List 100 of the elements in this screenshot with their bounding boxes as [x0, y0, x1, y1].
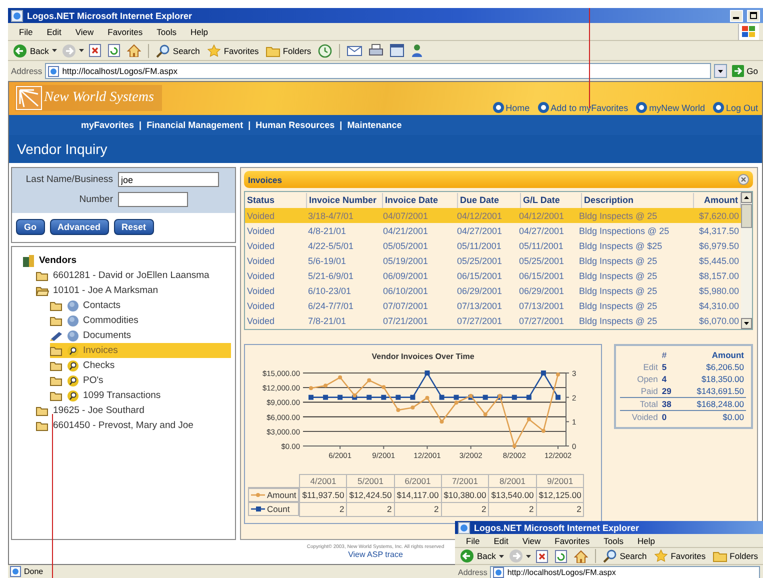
table-row[interactable]: Voided 6/24-7/7/01 07/07/2001 07/13/2001 07/13/2001 Bldg Inspects @ 25 $4,310.00	[245, 298, 741, 313]
folders-button[interactable]: Folders	[710, 548, 760, 564]
favorites-button[interactable]: Favorites	[652, 548, 708, 564]
table-cell: 38	[660, 398, 678, 410]
search-button[interactable]: Advanced	[50, 219, 109, 235]
back-button[interactable]: Back	[458, 548, 498, 564]
table-cell-text: 07/13/2001	[456, 300, 504, 310]
table-cell-text: 05/11/2001	[456, 240, 502, 250]
table-cell-text: 07/13/2001	[518, 300, 566, 310]
table-cell-text: $8,157.00	[698, 270, 740, 280]
menu-item[interactable]: View	[68, 26, 101, 36]
go-button[interactable]: Go	[730, 65, 760, 77]
table-row[interactable]: Voided 5/21-6/9/01 06/09/2001 06/15/2001 06/15/2001 Bldg Inspects @ 25 $8,157.00	[245, 268, 741, 283]
tree-item[interactable]: Documents	[50, 328, 231, 343]
search-button[interactable]: Search	[154, 42, 202, 59]
menu-item[interactable]: View	[515, 536, 548, 546]
search-button[interactable]: Go	[16, 219, 44, 235]
menu-item[interactable]: File	[459, 536, 487, 546]
nav-link[interactable]: Human Resources	[256, 120, 335, 130]
search-button[interactable]: Search	[600, 548, 649, 564]
column-header: 8/2001	[488, 474, 536, 488]
address-field[interactable]: http://localhost/Logos/FM.aspx	[490, 566, 760, 578]
row-label: Open	[636, 373, 659, 385]
table-cell-text: Voided	[246, 316, 276, 326]
tree-item[interactable]: PO's	[50, 373, 231, 388]
tree-item[interactable]: 10101 - Joe A Marksman	[36, 283, 231, 298]
tree-item[interactable]: 19625 - Joe Southard	[36, 403, 231, 418]
legend-label: Amount	[267, 490, 296, 500]
address-field[interactable]: http://localhost/Logos/FM.aspx	[45, 63, 711, 79]
search-button[interactable]: Reset	[114, 219, 154, 235]
table-cell: $11,937.50	[300, 488, 347, 502]
menu-item[interactable]: Tools	[150, 26, 184, 36]
tree-item[interactable]: 6601281 - David or JoEllen Laansma	[36, 268, 231, 283]
row-label: Voided	[620, 410, 660, 423]
row-label: Edit	[642, 361, 659, 373]
table-row[interactable]: Voided 5/6-19/01 05/19/2001 05/25/2001 05/25/2001 Bldg Inspects @ 25 $5,445.00	[245, 253, 741, 268]
input-field[interactable]: joe	[118, 172, 219, 187]
tree-item[interactable]: Vendors	[22, 253, 231, 268]
table-cell-text: Bldg Inspects @ 25	[578, 256, 658, 266]
nav-link[interactable]: Financial Management	[146, 120, 244, 130]
table-cell-text: 04/12/2001	[518, 210, 566, 220]
table-cell-text: 6/10-23/01	[307, 286, 352, 296]
table-cell-text: 3/18-4/7/01	[307, 210, 355, 220]
table-cell-text: Voided	[246, 286, 276, 296]
logo-text: New World Systems	[44, 90, 154, 106]
back-button[interactable]: Back	[11, 42, 51, 59]
table-cell-text: Voided	[246, 226, 276, 236]
nav-link[interactable]: Maintenance	[347, 120, 402, 130]
header-link[interactable]: Log Out	[712, 102, 758, 113]
favorites-button[interactable]: Favorites	[204, 42, 261, 59]
column-header: 4/2001	[300, 474, 347, 488]
table-row[interactable]: Voided 6/10-23/01 06/10/2001 06/29/2001 06/29/2001 Bldg Inspects @ 25 $5,980.00	[245, 283, 741, 298]
header-link[interactable]: myNew World	[636, 102, 705, 113]
table-cell: $10,380.00	[441, 488, 489, 502]
nav-link[interactable]: myFavorites	[81, 120, 134, 130]
table-cell: 2	[488, 502, 536, 516]
table-cell-text: 07/21/2001	[382, 316, 430, 326]
column-header: Amount	[710, 349, 745, 361]
trace-link[interactable]: View ASP trace	[348, 550, 403, 559]
header-link[interactable]: Add to myFavorites	[538, 102, 628, 113]
table-cell-text: $6,979.50	[698, 240, 740, 250]
section-title: Invoices	[248, 174, 282, 184]
table-cell-text: 6/24-7/7/01	[307, 300, 355, 310]
table-cell-text: $5,980.00	[698, 286, 740, 296]
table-cell-text: Bldg Inspects @ 25	[578, 286, 658, 296]
table-cell-text: Voided	[246, 300, 276, 310]
tree-item[interactable]: Contacts	[50, 298, 231, 313]
menu-item[interactable]: Favorites	[548, 536, 597, 546]
table-cell-text: 05/11/2001	[518, 240, 564, 250]
tree-item[interactable]: Invoices	[50, 343, 231, 358]
menu-item[interactable]: Help	[630, 536, 662, 546]
menu-item[interactable]: File	[12, 26, 40, 36]
table-cell-text: 07/07/2001	[382, 300, 430, 310]
table-row[interactable]: Voided 4/8-21/01 04/21/2001 04/27/2001 04/27/2001 Bldg Inspections @ 25 $4,317.50	[245, 223, 741, 238]
tree-item[interactable]: Checks	[50, 358, 231, 373]
table-cell-text: 06/15/2001	[518, 270, 566, 280]
tree-item[interactable]: 1099 Transactions	[50, 388, 231, 403]
window-title: Logos.NET Microsoft Internet Explorer	[474, 522, 640, 532]
table-cell-text: $4,317.50	[698, 226, 740, 236]
table-cell: $143,691.50	[678, 385, 746, 398]
tree-item[interactable]: 6601450 - Prevost, Mary and Joe	[36, 418, 231, 433]
address-label: Address	[11, 66, 42, 76]
table-cell-text: Bldg Inspects @ $25	[578, 240, 664, 250]
table-row[interactable]: Voided 7/8-21/01 07/21/2001 07/27/2001 07/27/2001 Bldg Inspects @ 25 $6,070.00	[245, 313, 741, 328]
menu-item[interactable]: Edit	[486, 536, 516, 546]
window-title: Logos.NET Microsoft Internet Explorer	[27, 10, 192, 20]
separator-text: |	[248, 120, 251, 130]
table-cell-text: 5/6-19/01	[307, 256, 348, 266]
column-header: 5/2001	[346, 474, 394, 488]
tree-item[interactable]: Commodities	[50, 313, 231, 328]
menu-item[interactable]: Tools	[596, 536, 630, 546]
header-link[interactable]: Home	[492, 102, 530, 113]
column-header: #	[660, 349, 668, 361]
table-row[interactable]: Voided 4/22-5/5/01 05/05/2001 05/11/2001 05/11/2001 Bldg Inspects @ $25 $6,979.50	[245, 238, 741, 253]
menu-item[interactable]: Edit	[40, 26, 68, 36]
menu-item[interactable]: Help	[183, 26, 215, 36]
table-cell: 2	[536, 502, 584, 516]
menu-item[interactable]: Favorites	[100, 26, 150, 36]
folders-button[interactable]: Folders	[264, 42, 314, 59]
table-cell-text: $4,310.00	[698, 300, 740, 310]
